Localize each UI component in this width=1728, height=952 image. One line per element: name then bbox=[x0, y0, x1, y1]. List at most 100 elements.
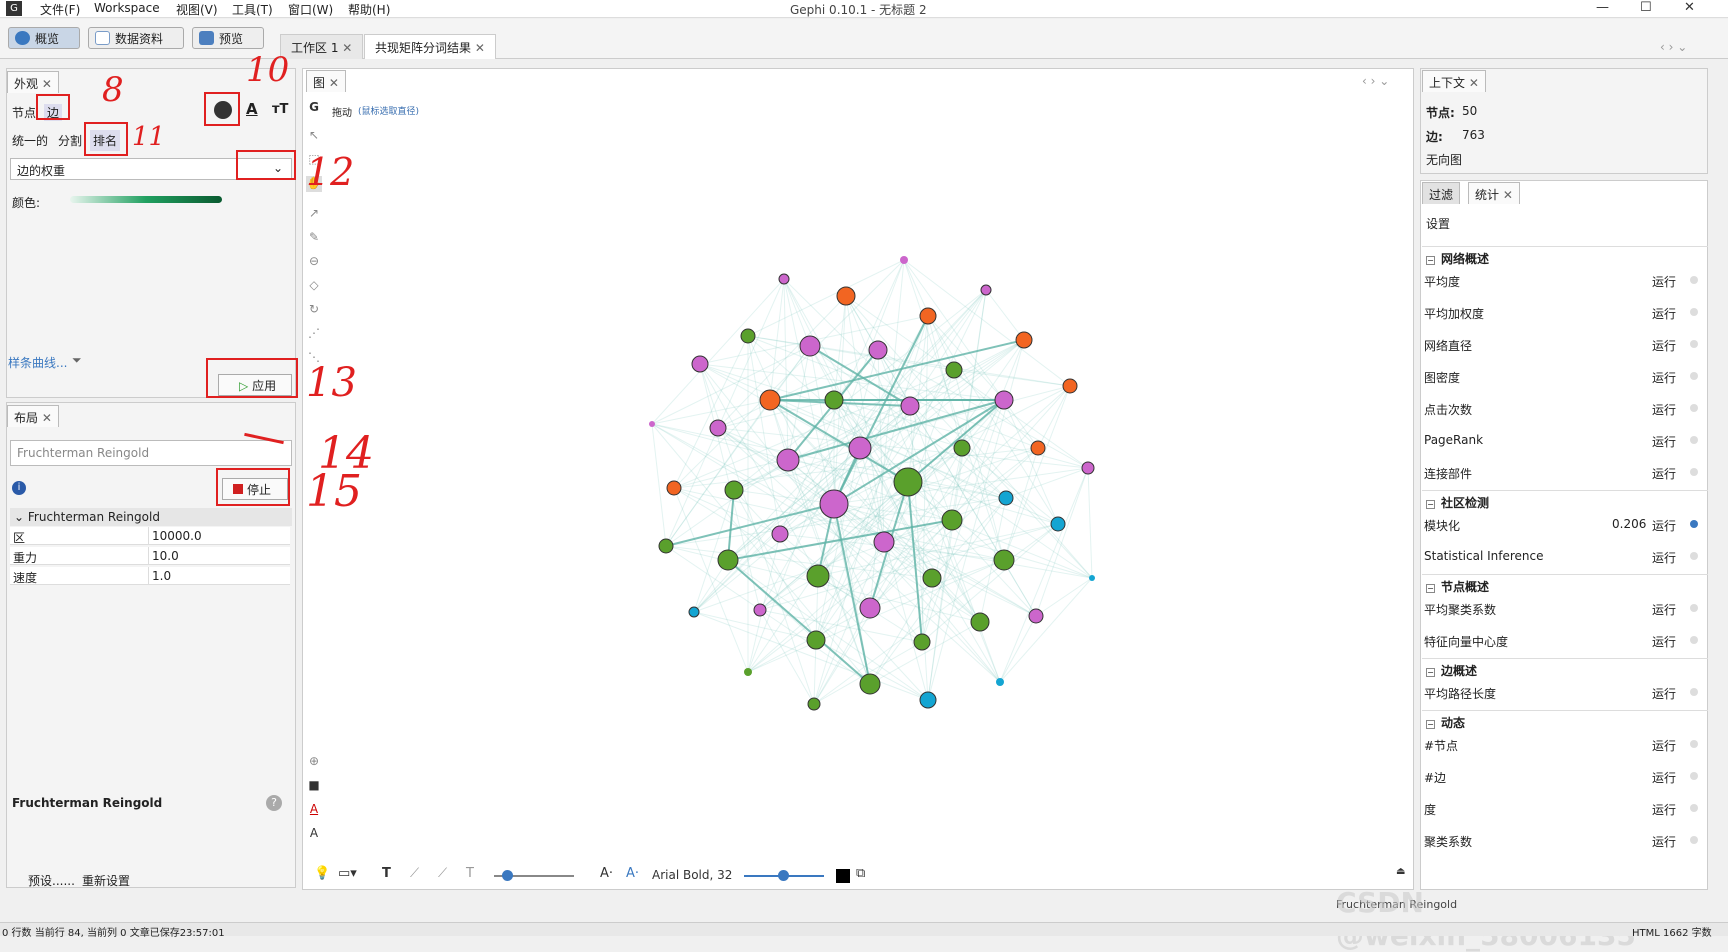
data-lab-button[interactable]: 数据资料 bbox=[88, 27, 184, 49]
label-size-icon[interactable]: тT bbox=[272, 102, 288, 117]
run-button[interactable]: 运行 bbox=[1652, 769, 1676, 786]
graph-node-green[interactable] bbox=[893, 467, 923, 497]
info-icon[interactable]: i bbox=[12, 481, 26, 495]
tab-graph[interactable]: 图 ✕ bbox=[306, 70, 346, 92]
graph-node-green[interactable] bbox=[744, 668, 752, 676]
expand-icon[interactable]: ⏏ bbox=[1396, 866, 1405, 886]
graph-node-green[interactable] bbox=[941, 509, 963, 531]
stats-section-header[interactable]: − 边概述 bbox=[1422, 658, 1708, 678]
slider-knob[interactable] bbox=[778, 870, 789, 881]
bulb-icon[interactable]: 💡 bbox=[314, 866, 330, 886]
stats-section-header[interactable]: − 节点概述 bbox=[1422, 574, 1708, 594]
graph-node-purple[interactable] bbox=[709, 419, 727, 437]
graph-node-purple[interactable] bbox=[649, 421, 655, 427]
graph-node-orange[interactable] bbox=[1062, 378, 1078, 394]
graph-node-purple[interactable] bbox=[771, 525, 789, 543]
run-button[interactable]: 运行 bbox=[1652, 433, 1676, 450]
graph-node-purple[interactable] bbox=[900, 396, 920, 416]
run-button[interactable]: 运行 bbox=[1652, 305, 1676, 322]
graph-node-orange[interactable] bbox=[919, 307, 937, 325]
tab-context[interactable]: 上下文 ✕ bbox=[1422, 70, 1486, 92]
menu-file[interactable]: 文件(F) bbox=[40, 1, 80, 18]
nodes-toggle[interactable]: 节点 bbox=[12, 104, 36, 121]
menu-workspace[interactable]: Workspace bbox=[94, 1, 160, 15]
edge-color-icon[interactable]: ⟋ bbox=[438, 866, 447, 886]
graph-node-purple[interactable] bbox=[868, 340, 888, 360]
graph-node-purple[interactable] bbox=[691, 355, 709, 373]
tab-appearance[interactable]: 外观 ✕ bbox=[7, 71, 59, 93]
background-icon[interactable]: ■ bbox=[306, 778, 322, 794]
graph-node-purple[interactable] bbox=[980, 284, 992, 296]
font-size-up-icon[interactable]: A· bbox=[626, 866, 639, 886]
graph-node-orange[interactable] bbox=[1030, 440, 1046, 456]
menu-window[interactable]: 窗口(W) bbox=[288, 1, 333, 18]
stats-section-header[interactable]: − 动态 bbox=[1422, 710, 1708, 730]
layout-group-header[interactable]: ⌄ Fruchterman Reingold bbox=[10, 508, 292, 526]
tab-nav-icons[interactable]: ‹ › ⌄ bbox=[1660, 40, 1687, 54]
run-button[interactable]: 运行 bbox=[1652, 833, 1676, 850]
edge-weight-slider[interactable] bbox=[494, 870, 574, 881]
menu-view[interactable]: 视图(V) bbox=[176, 1, 218, 18]
run-button[interactable]: 运行 bbox=[1652, 801, 1676, 818]
graph-node-green[interactable] bbox=[658, 538, 674, 554]
collapse-icon[interactable]: − bbox=[1426, 720, 1435, 729]
reset-link[interactable]: 重新设置 bbox=[82, 872, 130, 889]
graph-node-green[interactable] bbox=[859, 673, 881, 695]
slider-knob[interactable] bbox=[502, 870, 513, 881]
maximize-button[interactable]: ☐ bbox=[1640, 0, 1652, 15]
label-tool-icon[interactable]: A bbox=[306, 826, 322, 842]
graph-node-cyan[interactable] bbox=[688, 606, 700, 618]
run-button[interactable]: 运行 bbox=[1652, 273, 1676, 290]
run-button[interactable]: 运行 bbox=[1652, 601, 1676, 618]
graph-node-purple[interactable] bbox=[776, 448, 800, 472]
edge-tool-icon[interactable]: ⟋ bbox=[410, 866, 419, 886]
graph-node-purple[interactable] bbox=[848, 436, 872, 460]
graph-node-green[interactable] bbox=[970, 612, 990, 632]
pencil-icon[interactable]: ✎ bbox=[306, 230, 322, 246]
partition-tab[interactable]: 分割 bbox=[58, 132, 82, 149]
graph-node-green[interactable] bbox=[922, 568, 942, 588]
color-gradient-slider[interactable] bbox=[70, 196, 222, 203]
layout-select[interactable]: Fruchterman Reingold bbox=[10, 440, 292, 466]
prop-row-speed[interactable]: 速度 1.0 bbox=[10, 567, 290, 585]
label-color-swatch[interactable] bbox=[836, 869, 850, 883]
run-button[interactable]: 运行 bbox=[1652, 685, 1676, 702]
graph-node-purple[interactable] bbox=[873, 531, 895, 553]
graph-node-purple[interactable] bbox=[753, 603, 767, 617]
run-button[interactable]: 运行 bbox=[1652, 401, 1676, 418]
font-label[interactable]: Arial Bold, 32 bbox=[652, 868, 732, 888]
graph-node-purple[interactable] bbox=[1081, 461, 1095, 475]
stats-section-header[interactable]: − 网络概述 bbox=[1422, 246, 1708, 266]
font-tool-icon[interactable]: T bbox=[466, 866, 474, 886]
graph-node-purple[interactable] bbox=[819, 489, 849, 519]
graph-node-green[interactable] bbox=[724, 480, 744, 500]
text-icon[interactable]: T bbox=[382, 866, 391, 886]
graph-node-cyan[interactable] bbox=[1089, 575, 1095, 581]
network-graph[interactable] bbox=[324, 124, 1410, 860]
collapse-icon[interactable]: − bbox=[1426, 500, 1435, 509]
graph-node-orange[interactable] bbox=[759, 389, 781, 411]
graph-node-cyan[interactable] bbox=[919, 691, 937, 709]
stats-section-header[interactable]: − 社区检测 bbox=[1422, 490, 1708, 510]
graph-node-purple[interactable] bbox=[900, 256, 908, 264]
run-button[interactable]: 运行 bbox=[1652, 517, 1676, 534]
graph-node-cyan[interactable] bbox=[998, 490, 1014, 506]
menu-help[interactable]: 帮助(H) bbox=[348, 1, 390, 18]
tab-filters[interactable]: 过滤 bbox=[1422, 182, 1461, 204]
font-size-down-icon[interactable]: A· bbox=[600, 866, 613, 886]
graph-node-orange[interactable] bbox=[1015, 331, 1033, 349]
run-button[interactable]: 运行 bbox=[1652, 633, 1676, 650]
run-button[interactable]: 运行 bbox=[1652, 549, 1676, 566]
graph-node-purple[interactable] bbox=[859, 597, 881, 619]
spline-link[interactable]: 样条曲线... bbox=[8, 354, 67, 371]
graph-node-purple[interactable] bbox=[994, 390, 1014, 410]
graph-node-green[interactable] bbox=[953, 439, 971, 457]
graph-node-green[interactable] bbox=[913, 633, 931, 651]
graph-node-green[interactable] bbox=[945, 361, 963, 379]
graph-node-purple[interactable] bbox=[1028, 608, 1044, 624]
filter-icon[interactable]: ⏷ bbox=[72, 353, 82, 368]
graph-node-orange[interactable] bbox=[836, 286, 856, 306]
run-button[interactable]: 运行 bbox=[1652, 737, 1676, 754]
graph-node-orange[interactable] bbox=[666, 480, 682, 496]
graph-node-purple[interactable] bbox=[778, 273, 790, 285]
